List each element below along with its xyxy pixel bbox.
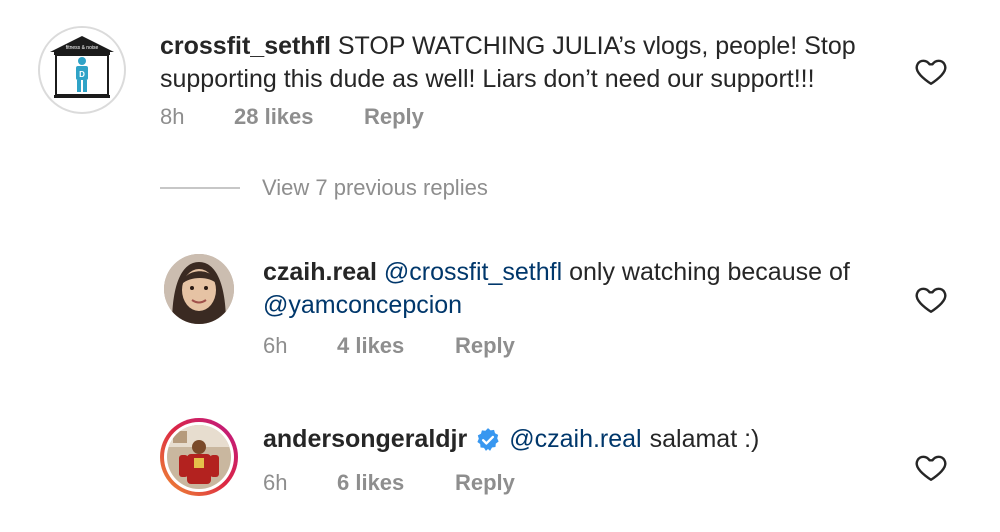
comment-username[interactable]: crossfit_sethfl [160, 32, 331, 60]
reply-button[interactable]: Reply [455, 333, 515, 359]
profile-photo-image [167, 425, 231, 489]
comment-meta: 6h 4 likes Reply [263, 333, 515, 359]
comment-timestamp: 8h [160, 104, 185, 129]
comment-text: salamat :) [649, 425, 760, 453]
mention-link[interactable]: @crossfit_sethfl [384, 258, 562, 286]
divider-line [160, 187, 240, 189]
comment-likes-count[interactable]: 4 likes [337, 333, 455, 359]
avatar-crossfit-sethfl[interactable]: fitness & noise D [38, 26, 126, 114]
comment-likes-count[interactable]: 6 likes [337, 470, 455, 496]
profile-photo-image [164, 254, 234, 324]
heart-outline-icon[interactable] [914, 450, 948, 484]
mention-link[interactable]: @yamconcepcion [263, 291, 462, 319]
comment-likes-count[interactable]: 28 likes [234, 104, 364, 130]
avatar-czaih-real[interactable] [164, 254, 234, 324]
comment-username[interactable]: andersongeraldjr [263, 423, 467, 456]
view-previous-replies-button[interactable]: View 7 previous replies [160, 175, 488, 201]
verified-badge-icon [477, 427, 499, 451]
heart-outline-icon[interactable] [914, 54, 948, 88]
comment-text: only watching because of [569, 258, 850, 286]
heart-outline-icon[interactable] [914, 282, 948, 316]
comment-body: crossfit_sethfl STOP WATCHING JULIA’s vl… [160, 30, 890, 96]
reply-button[interactable]: Reply [364, 104, 424, 130]
svg-text:D: D [79, 70, 85, 79]
reply-button[interactable]: Reply [455, 470, 515, 496]
view-replies-label: View 7 previous replies [262, 175, 488, 200]
comment-body: andersongeraldjr @czaih.real salamat :) [263, 423, 883, 456]
crossfit-logo-image: fitness & noise D [40, 28, 124, 98]
comment-meta: 6h 6 likes Reply [263, 470, 515, 496]
comment-username[interactable]: czaih.real [263, 258, 377, 286]
story-ring [164, 422, 234, 492]
comment-body: czaih.real @crossfit_sethfl only watchin… [263, 256, 883, 322]
comment-timestamp: 6h [263, 333, 288, 358]
mention-link[interactable]: @czaih.real [509, 423, 641, 456]
svg-text:fitness & noise: fitness & noise [66, 45, 99, 51]
comment-timestamp: 6h [263, 470, 288, 495]
comment-meta: 8h 28 likes Reply [160, 104, 424, 130]
avatar-andersongeraldjr[interactable] [160, 418, 238, 496]
